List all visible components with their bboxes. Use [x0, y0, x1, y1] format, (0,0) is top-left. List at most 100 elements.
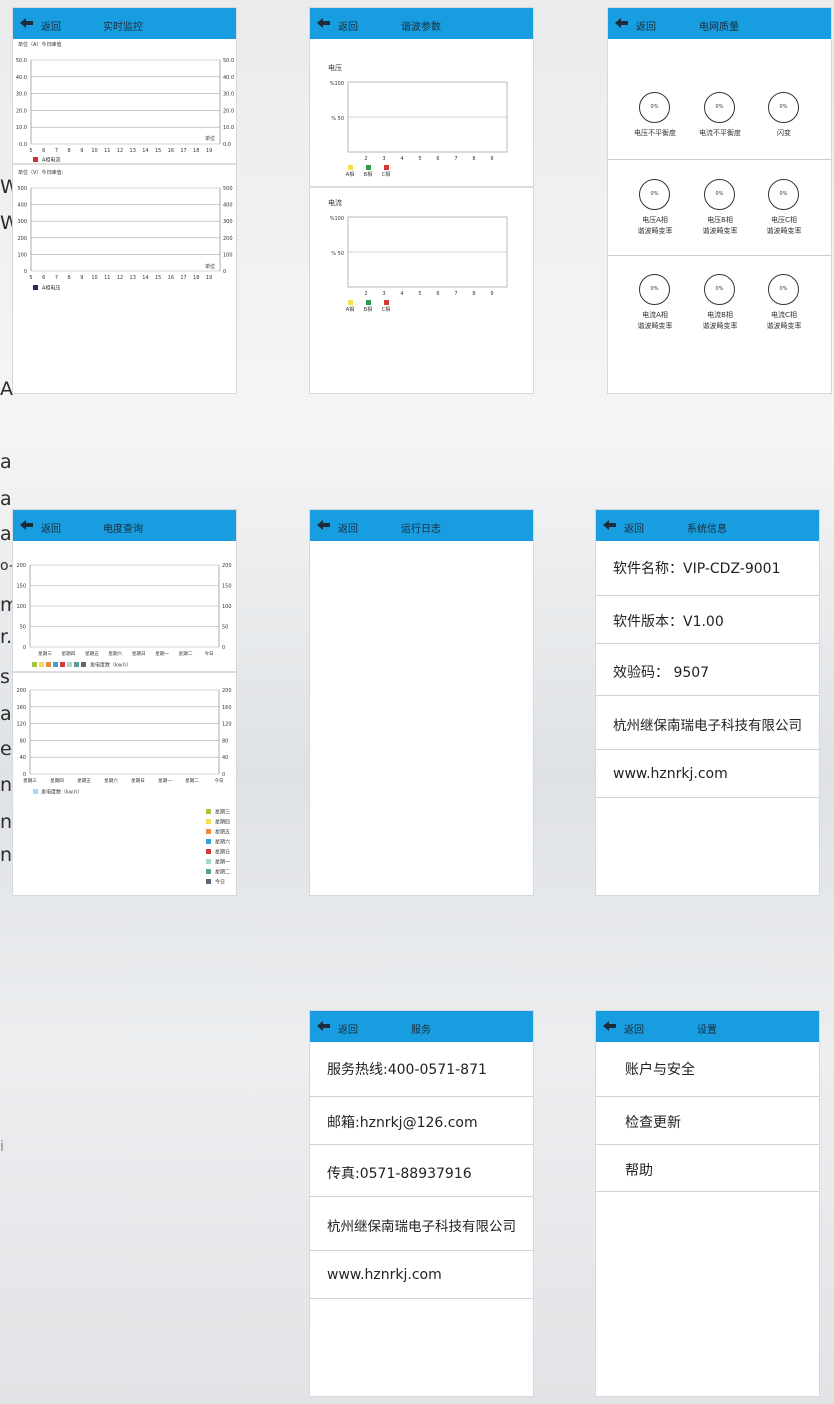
- back-button[interactable]: 返回: [624, 1021, 644, 1036]
- y-tick-label: 0: [23, 772, 26, 778]
- gauge-circle: 0%: [639, 274, 670, 305]
- x-tick-label: 8: [472, 291, 475, 297]
- x-tick-label: 6: [436, 291, 439, 297]
- y-tick-label: 0: [23, 645, 26, 651]
- x-tick-label: 5: [29, 148, 32, 154]
- gauge-circle: 0%: [704, 274, 735, 305]
- x-tick-label: 8: [68, 275, 71, 281]
- service-row-fax: 传真:0571-88937916: [310, 1145, 533, 1197]
- service-row-email[interactable]: 邮箱:hznrkj@126.com: [310, 1097, 533, 1145]
- back-button[interactable]: 返回: [41, 18, 61, 33]
- gauge-circle: 0%: [768, 274, 799, 305]
- legend-swatch: [366, 300, 371, 305]
- back-button[interactable]: 返回: [636, 18, 656, 33]
- back-arrow-icon[interactable]: [317, 519, 331, 531]
- y-tick-label: 50: [20, 625, 26, 631]
- day-legend-swatch: [206, 849, 211, 854]
- x-tick-label: 星期三: [23, 778, 37, 784]
- gauge-label: 电流不平衡度: [690, 128, 750, 139]
- log-list: [310, 541, 533, 895]
- bg-fragment: a: [0, 488, 12, 510]
- bg-fragment: a: [0, 703, 12, 725]
- unit-label: 单位（A）今日峰值: [18, 41, 61, 48]
- header-bar: 返回 设置: [596, 1011, 819, 1042]
- y-tick-label: 100: [17, 252, 27, 258]
- x-tick-label: 3: [382, 156, 385, 162]
- y-tick-label: %100: [330, 216, 344, 222]
- gauge-label-line: 电压C相: [771, 216, 797, 224]
- gauge-label: 电压B相 谐波畸变率: [690, 215, 750, 237]
- legend-swatch: [81, 662, 86, 667]
- quality-grid: 0% 电压不平衡度 0% 电流不平衡度 0% 闪变 0% 电压A相 谐波畸变率 0% 电压B相 谐波畸…: [608, 39, 831, 393]
- x-tick-label: 今日: [214, 777, 223, 784]
- divider: [608, 255, 831, 256]
- y-tick-label-right: 160: [222, 705, 232, 711]
- service-text: 杭州继保南瑞电子科技有限公司: [327, 1219, 516, 1235]
- y-tick-label: 400: [17, 203, 27, 209]
- x-tick-label: 18: [193, 275, 199, 281]
- y-tick-label-right: 50: [222, 625, 228, 631]
- x-tick-label: 19: [206, 275, 212, 281]
- back-button[interactable]: 返回: [41, 520, 61, 535]
- x-tick-label: 7: [55, 275, 58, 281]
- y-tick-label: 200: [17, 236, 27, 242]
- service-text[interactable]: 服务热线:400-0571-871: [327, 1059, 487, 1079]
- legend-label: C相: [382, 306, 391, 313]
- settings-item-account-security[interactable]: 账户与安全: [596, 1042, 819, 1097]
- settings-label[interactable]: 检查更新: [625, 1112, 681, 1132]
- back-button[interactable]: 返回: [338, 18, 358, 33]
- back-arrow-icon[interactable]: [603, 519, 617, 531]
- back-button[interactable]: 返回: [338, 1021, 358, 1036]
- back-arrow-icon[interactable]: [317, 1020, 331, 1032]
- gauge-circle: 0%: [704, 92, 735, 123]
- y-tick-label: 0: [24, 269, 27, 275]
- y-tick-label-right: 200: [223, 236, 233, 242]
- x-tick-label: 7: [454, 291, 457, 297]
- harmonic-current-chart: 电流 %100 % 50 2 3 4 5 6 7 8 9 A相 B相 C相: [328, 198, 508, 313]
- service-text[interactable]: www.hznrkj.com: [327, 1267, 442, 1283]
- realtime-charts: 单位（A）今日峰值50.0 50.040.0 40.030.0 30.020.0 20.…: [13, 41, 236, 292]
- gauge-label-line: 电流A相: [642, 311, 668, 319]
- back-arrow-icon[interactable]: [317, 17, 331, 29]
- settings-item-check-update[interactable]: 检查更新: [596, 1097, 819, 1145]
- x-tick-label: 11: [104, 148, 110, 154]
- back-button[interactable]: 返回: [338, 520, 358, 535]
- day-legend-swatch: [206, 829, 211, 834]
- settings-item-help[interactable]: 帮助: [596, 1145, 819, 1192]
- gauge-label: 电流B相 谐波畸变率: [690, 310, 750, 332]
- x-tick-label: 9: [80, 148, 83, 154]
- x-tick-label: 7: [55, 148, 58, 154]
- back-arrow-icon[interactable]: [603, 1020, 617, 1032]
- service-row-company: 杭州继保南瑞电子科技有限公司: [310, 1197, 533, 1251]
- energy-chart-2: 200 200160 160120 12080 8040 400 0星期三 星期四 星期五 星期六…: [16, 688, 231, 796]
- divider: [608, 159, 831, 160]
- unit-mark: 单位: [205, 263, 215, 270]
- service-row-hotline[interactable]: 服务热线:400-0571-871: [310, 1042, 533, 1097]
- legend-swatch: [33, 789, 38, 794]
- y-tick-label: % 50: [331, 116, 344, 122]
- legend-label: 发电度数（kw.h）: [41, 789, 82, 796]
- back-arrow-icon[interactable]: [20, 519, 34, 531]
- info-text: 软件版本：V1.00: [613, 614, 724, 630]
- legend-label: 发电度数（kw.h）: [90, 662, 131, 669]
- back-arrow-icon[interactable]: [20, 17, 34, 29]
- info-row-website[interactable]: www.hznrkj.com: [596, 750, 819, 798]
- day-legend-swatch: [206, 869, 211, 874]
- legend-label: C相: [382, 171, 391, 178]
- y-tick-label-right: 10.0: [223, 125, 234, 131]
- energy-chart-1: 200 200 150 150 100 100 50 50 0 0 星期三 星期四 星期五 星期六 星期日 星…: [16, 563, 231, 669]
- service-text[interactable]: 邮箱:hznrkj@126.com: [327, 1112, 478, 1132]
- back-button[interactable]: 返回: [624, 520, 644, 535]
- y-tick-label-right: 150: [222, 584, 232, 590]
- legend-swatch: [384, 300, 389, 305]
- gauge-label-line: 闪变: [777, 129, 791, 137]
- service-row-website[interactable]: www.hznrkj.com: [310, 1251, 533, 1299]
- y-tick-label-right: 0: [222, 645, 225, 651]
- info-text[interactable]: www.hznrkj.com: [613, 766, 728, 782]
- x-tick-label: 星期日: [132, 651, 146, 657]
- settings-label[interactable]: 帮助: [625, 1160, 653, 1180]
- y-tick-label-right: 0.0: [223, 142, 231, 148]
- settings-label[interactable]: 账户与安全: [625, 1059, 695, 1079]
- back-arrow-icon[interactable]: [615, 17, 629, 29]
- realtime-monitor-screen: 返回 实时监控 单位（A）今日峰值 50.0 50.0 40.0 40.0 30.0 30.…: [12, 7, 237, 394]
